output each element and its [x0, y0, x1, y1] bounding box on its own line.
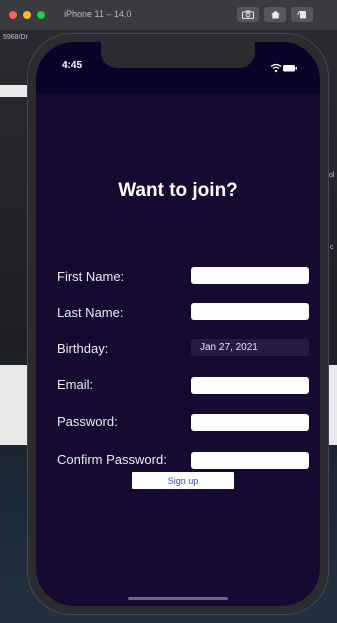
email-label: Email: — [57, 377, 94, 392]
battery-icon — [283, 65, 297, 72]
page-title: Want to join? — [118, 180, 238, 201]
home-button[interactable] — [264, 7, 286, 22]
iphone-device-frame: 4:45 Want to join? First Name: Last Name… — [27, 33, 329, 615]
first-name-label: First Name: — [57, 269, 125, 284]
password-field[interactable] — [191, 414, 309, 431]
background-text: ol — [329, 172, 335, 179]
background-panel — [0, 85, 30, 97]
home-icon — [270, 10, 280, 19]
simulator-window: iPhone 11 – 14.0 5968/Dr ol c 4:45 Want … — [0, 0, 337, 623]
birthday-date-picker[interactable]: Jan 27, 2021 — [191, 339, 309, 356]
status-icons — [270, 60, 298, 78]
screenshot-button[interactable] — [237, 7, 259, 22]
status-time: 4:45 — [62, 60, 83, 71]
rotate-icon — [297, 10, 306, 19]
confirm-password-field[interactable] — [191, 452, 309, 469]
rotate-button[interactable] — [291, 7, 313, 22]
home-indicator[interactable] — [128, 597, 228, 600]
last-name-field[interactable] — [191, 303, 309, 320]
background-path-text: 5968/Dr — [3, 34, 28, 41]
status-bar: 4:45 — [36, 42, 320, 94]
device-notch — [101, 42, 255, 68]
email-field[interactable] — [191, 377, 309, 394]
password-label: Password: — [57, 414, 118, 429]
camera-icon — [242, 10, 254, 19]
last-name-label: Last Name: — [57, 305, 124, 320]
birthday-label: Birthday: — [57, 341, 109, 356]
confirm-password-label: Confirm Password: — [57, 452, 167, 467]
background-panel — [0, 365, 30, 445]
app-screen: 4:45 Want to join? First Name: Last Name… — [36, 42, 320, 606]
close-window-button[interactable] — [9, 11, 17, 19]
window-title: iPhone 11 – 14.0 — [64, 9, 132, 19]
window-title-bar: iPhone 11 – 14.0 — [0, 0, 337, 31]
wifi-icon — [270, 63, 282, 73]
sign-up-button[interactable]: Sign up — [132, 472, 234, 489]
background-text: c — [330, 244, 334, 251]
first-name-field[interactable] — [191, 267, 309, 284]
minimize-window-button[interactable] — [23, 11, 31, 19]
zoom-window-button[interactable] — [37, 11, 45, 19]
